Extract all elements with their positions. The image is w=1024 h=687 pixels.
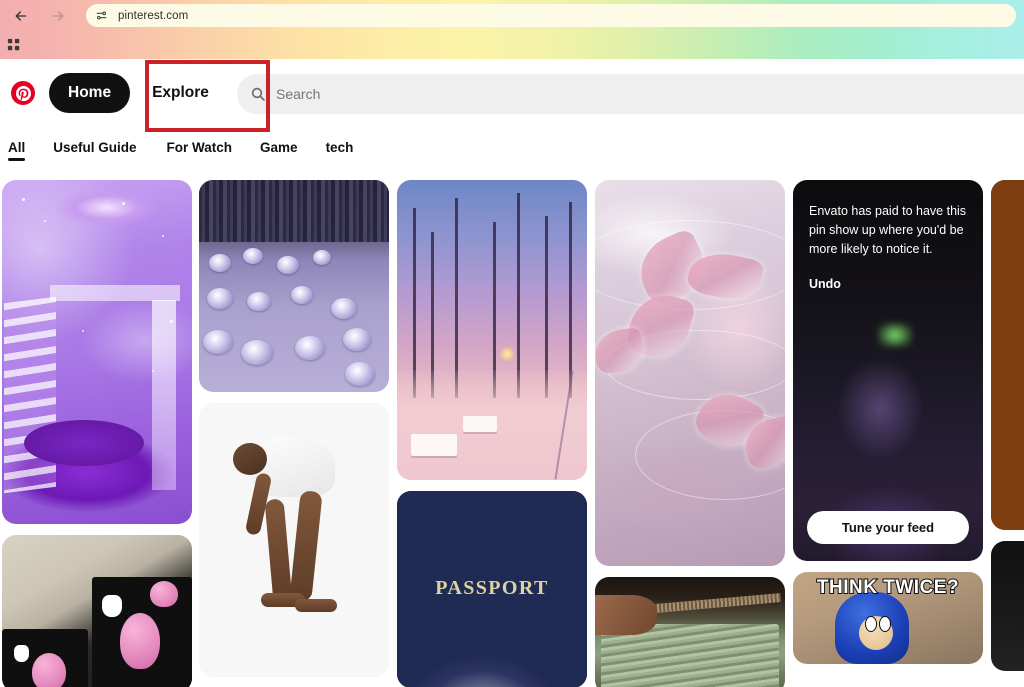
apps-grid-icon[interactable] [3,34,25,56]
undo-link[interactable]: Undo [809,277,841,291]
tune-your-feed-button[interactable]: Tune your feed [807,511,969,544]
pin-winter-park[interactable] [397,180,587,480]
pin-dark-partial[interactable] [991,541,1024,671]
feed-column-2 [199,180,389,687]
pin-blue-roses-snow[interactable] [199,180,389,392]
filter-tab-for-watch[interactable]: For Watch [167,140,233,161]
back-arrow-icon[interactable] [8,3,34,29]
filter-tab-useful-guide[interactable]: Useful Guide [53,140,136,161]
feed-column-5: Envato has paid to have this pin show up… [793,180,983,675]
pin-purse-of-cash[interactable] [595,577,785,687]
feed-column-4 [595,180,785,687]
pin-stretching-man[interactable] [199,403,389,677]
feed-column-6 [991,180,1024,682]
search-icon [249,86,266,103]
pin-envato-promoted[interactable]: Envato has paid to have this pin show up… [793,180,983,561]
forward-arrow-icon[interactable] [45,3,71,29]
search-bar[interactable] [237,74,1024,114]
nav-explore-link[interactable]: Explore [152,84,209,102]
bookmarks-bar [0,31,1024,59]
filter-tab-bar: All Useful Guide For Watch Game tech [0,132,1024,172]
pin-orange-food[interactable] [991,180,1024,530]
filter-tab-all[interactable]: All [8,140,26,161]
filter-tab-tech[interactable]: tech [326,140,354,161]
feed-column-1 [2,180,192,687]
pinterest-logo-icon[interactable] [11,81,35,105]
pin-sonic-meme[interactable]: THINK TWICE? [793,572,983,664]
feed-column-3: PASSPORT [397,180,587,687]
pin-passport[interactable]: PASSPORT [397,491,587,687]
search-input[interactable] [276,86,1024,102]
promoted-pin-disclosure: Envato has paid to have this pin show up… [809,204,967,256]
filter-tab-game[interactable]: Game [260,140,298,161]
meme-caption: THINK TWICE? [816,576,960,599]
pin-purple-bedroom[interactable] [2,180,192,524]
address-bar[interactable]: pinterest.com [86,4,1016,27]
site-settings-icon[interactable] [94,8,109,23]
nav-home-button[interactable]: Home [49,73,131,113]
pin-pink-wall-art[interactable] [2,535,192,687]
pin-butterflies-water[interactable] [595,180,785,566]
browser-chrome: pinterest.com [0,0,1024,59]
passport-title: PASSPORT [435,577,549,599]
address-bar-url: pinterest.com [118,9,189,22]
pin-feed: PASSPORT Envato has paid to have this pi… [0,180,1024,687]
